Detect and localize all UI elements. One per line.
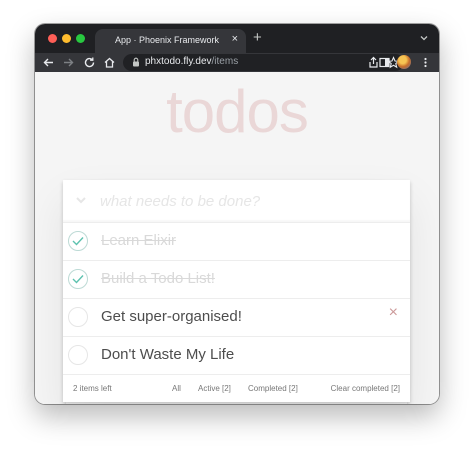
filter-all-link[interactable]: All	[172, 384, 181, 393]
new-tab-button[interactable]: +	[253, 30, 262, 46]
todo-footer: 2 items left All Active [2] Completed [2…	[63, 375, 410, 402]
todo-item[interactable]: Get super-organised! ×	[63, 299, 410, 337]
new-todo-input[interactable]	[100, 180, 400, 222]
browser-toolbar: phxtodo.fly.dev/items	[35, 53, 439, 72]
address-bar[interactable]: phxtodo.fly.dev/items	[123, 54, 404, 71]
url-text[interactable]: phxtodo.fly.dev/items	[145, 56, 238, 67]
close-window-button[interactable]	[48, 34, 57, 43]
tab-title: App · Phoenix Framework	[115, 35, 220, 45]
todo-app: Learn Elixir Build a Todo List! Get supe…	[63, 180, 410, 402]
back-arrow-icon[interactable]	[42, 56, 55, 69]
todo-toggle-checkbox[interactable]	[68, 269, 88, 289]
todo-item[interactable]: Learn Elixir	[63, 223, 410, 261]
todo-label[interactable]: Get super-organised!	[101, 308, 242, 325]
tab-bar: App · Phoenix Framework × +	[35, 24, 439, 53]
delete-x-icon[interactable]: ×	[389, 305, 398, 321]
checkmark-icon	[72, 237, 84, 246]
minimize-window-button[interactable]	[62, 34, 71, 43]
lock-icon[interactable]	[132, 57, 140, 67]
toggle-all-chevron-icon[interactable]	[75, 194, 87, 206]
todo-label[interactable]: Learn Elixir	[101, 232, 176, 249]
zoom-window-button[interactable]	[76, 34, 85, 43]
items-left-count: 2 items left	[73, 384, 112, 393]
todo-toggle-checkbox[interactable]	[68, 345, 88, 365]
page-viewport: todos Learn Elixir	[35, 72, 439, 404]
profile-avatar[interactable]	[397, 55, 411, 69]
checkmark-icon	[72, 275, 84, 284]
sidebar-icon[interactable]	[378, 56, 391, 69]
home-icon[interactable]	[103, 56, 116, 69]
todo-header	[63, 180, 410, 223]
todo-toggle-checkbox[interactable]	[68, 307, 88, 327]
reload-icon[interactable]	[83, 56, 96, 69]
browser-window: App · Phoenix Framework × + phxtodo.fly.…	[35, 24, 439, 404]
todo-label[interactable]: Build a Todo List!	[101, 270, 215, 287]
clear-completed-button[interactable]: Clear completed [2]	[331, 384, 400, 393]
todo-item[interactable]: Build a Todo List!	[63, 261, 410, 299]
filter-completed-link[interactable]: Completed [2]	[248, 384, 298, 393]
app-title: todos	[166, 78, 309, 145]
more-vert-icon[interactable]	[419, 56, 432, 69]
filter-active-link[interactable]: Active [2]	[198, 384, 231, 393]
stack-shadow	[66, 402, 407, 404]
chevron-down-icon[interactable]	[419, 33, 429, 43]
todo-label[interactable]: Don't Waste My Life	[101, 346, 234, 363]
todo-item[interactable]: Don't Waste My Life	[63, 337, 410, 375]
todo-toggle-checkbox[interactable]	[68, 231, 88, 251]
tab-close-icon[interactable]: ×	[232, 33, 238, 45]
url-host: phxtodo.fly.dev	[145, 56, 212, 67]
browser-tab[interactable]: App · Phoenix Framework ×	[95, 29, 246, 53]
url-path: /items	[211, 56, 239, 67]
forward-arrow-icon[interactable]	[62, 56, 75, 69]
